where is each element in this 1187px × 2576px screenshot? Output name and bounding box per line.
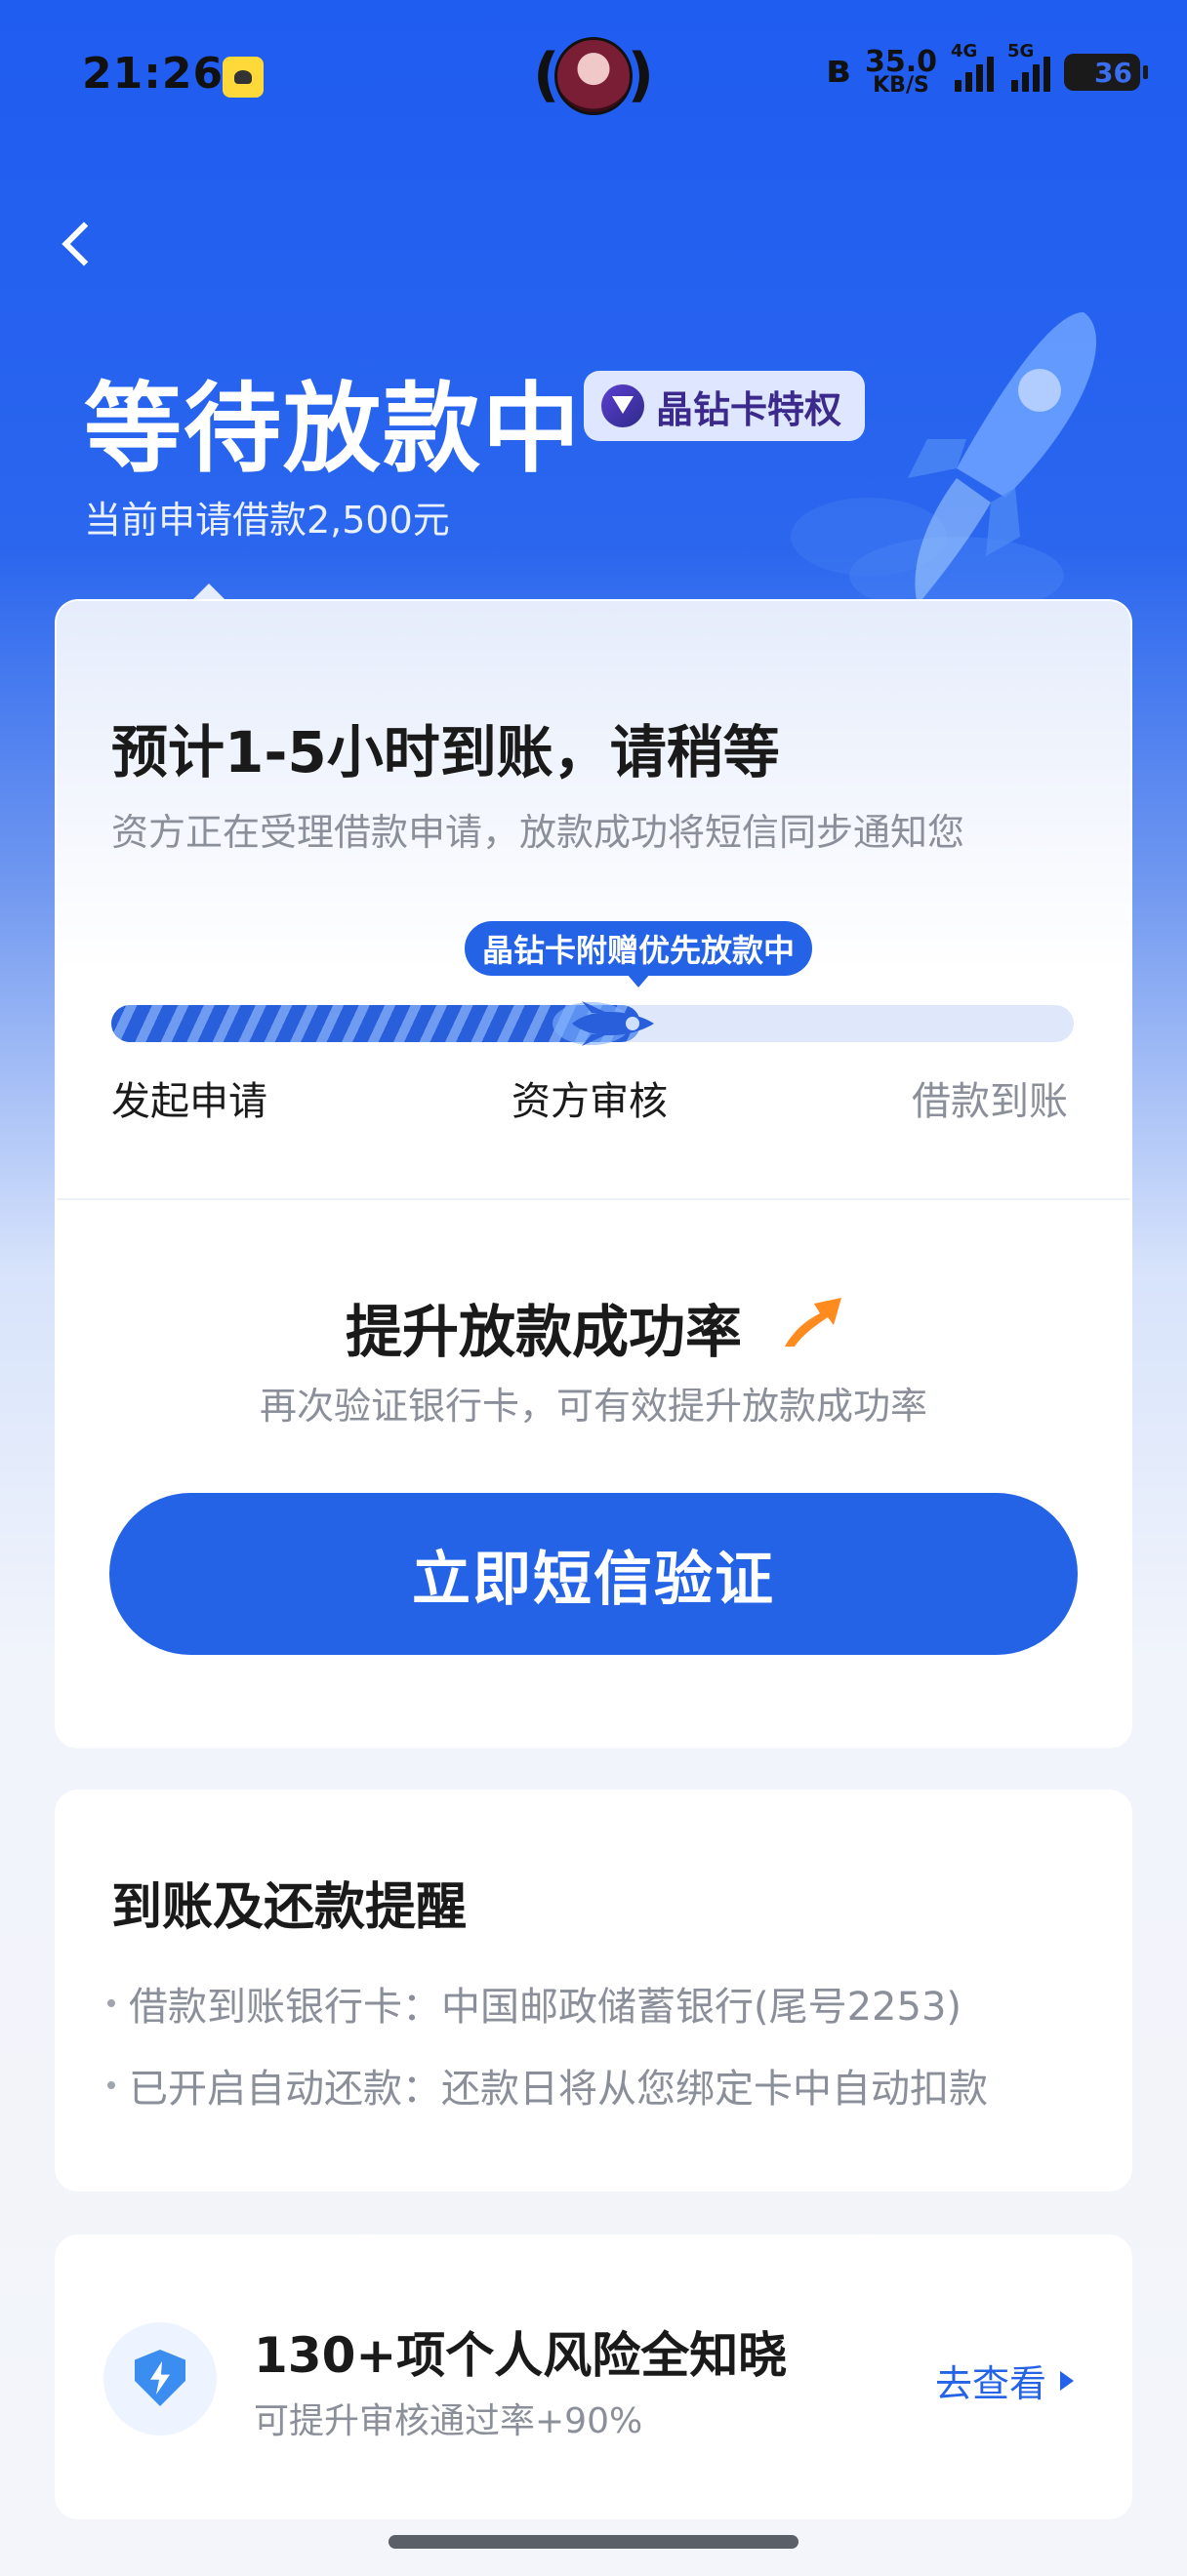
risk-title: 130+项个人风险全知晓: [254, 2327, 788, 2384]
reminder-item-text: 借款到账银行卡：中国邮政储蓄银行(尾号2253): [129, 1985, 962, 2030]
reminder-item-bank-card: 借款到账银行卡：中国邮政储蓄银行(尾号2253): [107, 1975, 962, 2032]
boost-description: 再次验证银行卡，可有效提升放款成功率: [259, 1385, 927, 1428]
card-divider: [57, 1198, 1130, 1200]
reminder-item-text: 已开启自动还款：还款日将从您绑定卡中自动扣款: [129, 2067, 988, 2112]
view-risk-link[interactable]: 去查看: [935, 2354, 1075, 2407]
step-apply: 发起申请: [111, 1079, 267, 1124]
sms-verify-button[interactable]: 立即短信验证: [109, 1493, 1078, 1655]
risk-description: 可提升审核通过率+90%: [254, 2401, 643, 2441]
home-indicator[interactable]: [389, 2535, 798, 2549]
play-arrow-icon: [1060, 2370, 1075, 2391]
loan-amount-subtitle: 当前申请借款2,500元: [84, 499, 450, 542]
paren-right-icon: ): [627, 41, 654, 109]
bullet-dot-icon: [107, 1999, 115, 2007]
rocket-illustration-icon: [791, 312, 1097, 615]
progress-bar: [111, 1001, 1074, 1046]
eta-description: 资方正在受理借款申请，放款成功将短信同步通知您: [111, 811, 965, 854]
status-bar: 21:26 ( ) 35.0 KB/S 4G 5G 36: [0, 0, 1187, 156]
rocket-head-icon: [553, 1001, 655, 1046]
eta-title: 预计1-5小时到账，请稍等: [111, 719, 780, 785]
status-indicators: 35.0 KB/S 4G 5G 36: [822, 41, 1148, 101]
net-speed-unit: KB/S: [873, 73, 929, 98]
step-review: 资方审核: [512, 1079, 668, 1124]
view-risk-label: 去查看: [935, 2362, 1047, 2405]
app-badge-icon: [223, 57, 264, 98]
risk-shield-icon: [103, 2322, 217, 2435]
battery-icon: 36: [1064, 54, 1148, 91]
signal-4g-label: 4G: [951, 41, 978, 61]
status-avatar-group: ( ): [533, 33, 654, 121]
bullet-dot-icon: [107, 2081, 115, 2089]
diamond-icon: [601, 384, 644, 427]
page-title: 等待放款中: [84, 372, 582, 486]
battery-level: 36: [1094, 56, 1132, 89]
signal-4g-icon: 4G: [951, 41, 994, 92]
step-arrival: 借款到账: [912, 1079, 1068, 1124]
trend-up-arrow-icon: [785, 1298, 841, 1347]
signal-5g-label: 5G: [1007, 41, 1035, 61]
progress-tip-badge: 晶钻卡附赠优先放款中: [465, 921, 813, 987]
net-speed: 35.0 KB/S: [864, 45, 937, 98]
net-speed-value: 35.0: [864, 45, 937, 79]
status-time: 21:26: [82, 49, 225, 99]
reminder-item-auto-repay: 已开启自动还款：还款日将从您绑定卡中自动扣款: [107, 2057, 988, 2113]
bluetooth-icon: [822, 47, 851, 94]
signal-5g-icon: 5G: [1007, 41, 1050, 92]
boost-title: 提升放款成功率: [346, 1299, 743, 1365]
reminder-title: 到账及还款提醒: [111, 1878, 468, 1937]
back-button[interactable]: [55, 209, 113, 277]
avatar: [554, 37, 633, 115]
